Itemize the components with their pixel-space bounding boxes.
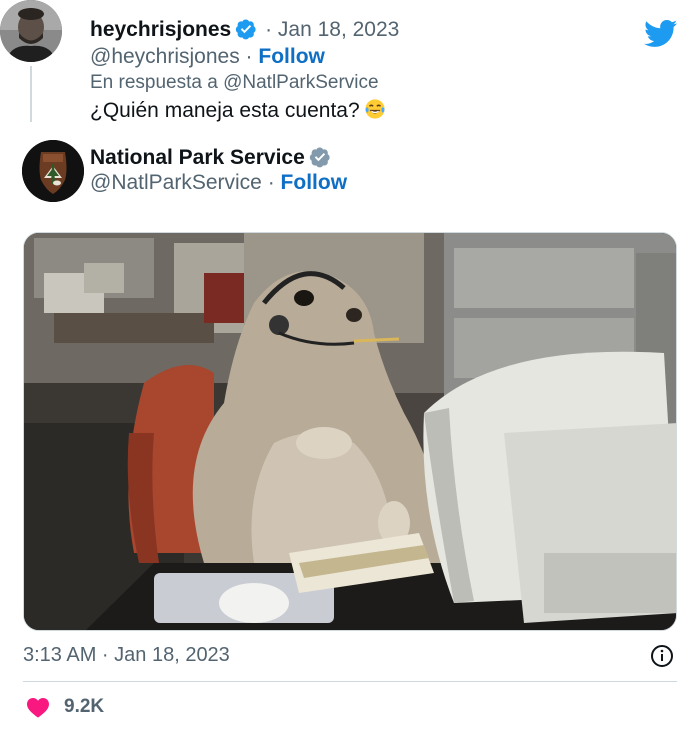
author-handle[interactable]: @heychrisjones xyxy=(90,45,240,68)
tweet-photo[interactable] xyxy=(23,232,677,631)
follow-button[interactable]: Follow xyxy=(258,45,325,68)
verified-badge-icon xyxy=(236,19,256,40)
divider xyxy=(23,681,677,682)
tears-of-joy-emoji xyxy=(365,99,385,119)
follow-button[interactable]: Follow xyxy=(281,171,348,194)
tweet-date[interactable]: Jan 18, 2023 xyxy=(278,18,399,41)
tweet-timestamp[interactable]: 3:13 AM · Jan 18, 2023 xyxy=(23,641,230,669)
avatar-nps[interactable] xyxy=(22,140,84,202)
like-action[interactable]: 9.2K xyxy=(26,693,104,721)
avatar-heychrisjones[interactable] xyxy=(0,0,62,62)
heart-icon[interactable] xyxy=(26,696,50,718)
author-handle[interactable]: @NatlParkService xyxy=(90,171,262,194)
author-name[interactable]: National Park Service xyxy=(90,146,305,169)
thread-connector xyxy=(30,66,32,122)
in-reply-to[interactable]: En respuesta a @NatlParkService xyxy=(90,70,379,96)
like-count: 9.2K xyxy=(64,696,105,717)
twitter-bird-icon[interactable] xyxy=(644,20,678,48)
reply-text-row: ¿Quién maneja esta cuenta? xyxy=(90,96,386,126)
author-name[interactable]: heychrisjones xyxy=(90,18,231,41)
info-icon[interactable] xyxy=(650,644,674,668)
reply-text: ¿Quién maneja esta cuenta? xyxy=(90,99,360,122)
main-handle-row: @NatlParkService · Follow xyxy=(90,171,348,194)
reply-header: heychrisjones · Jan 18, 2023 xyxy=(90,18,400,41)
verified-badge-icon xyxy=(309,147,330,168)
reply-handle-row: @heychrisjones · Follow xyxy=(90,45,325,68)
main-author-row: National Park Service xyxy=(90,144,333,172)
